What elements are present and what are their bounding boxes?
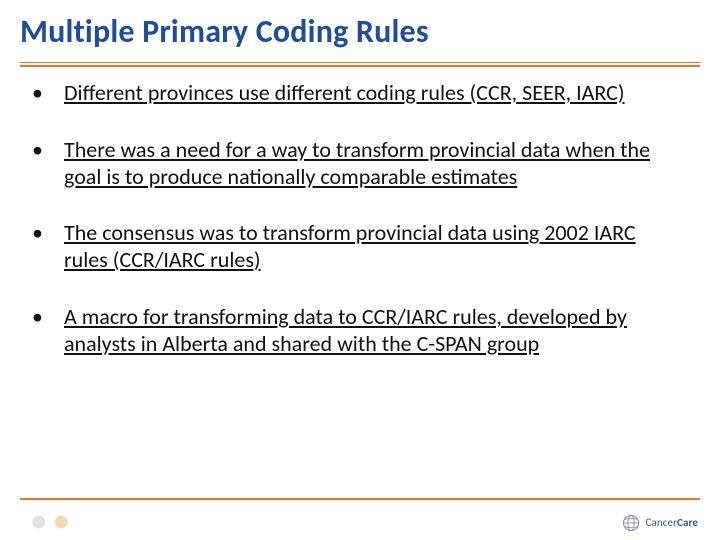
bullet-item: Different provinces use different coding… [32,80,680,107]
accent-line-top-thin [20,62,700,63]
bullet-list: Different provinces use different coding… [32,80,680,358]
slide-content: Different provinces use different coding… [32,80,680,480]
bullet-item: A macro for transforming data to CCR/IAR… [32,304,680,358]
slide-title: Multiple Primary Coding Rules [20,12,429,51]
slide: Multiple Primary Coding Rules Different … [0,0,720,540]
accent-line-top-thick [20,65,700,67]
bullet-item: There was a need for a way to transform … [32,137,680,191]
footer-left [22,512,78,532]
bullet-text: A macro for transforming data to CCR/IAR… [64,303,627,357]
bullet-text: The consensus was to transform provincia… [64,219,636,273]
bullet-item: The consensus was to transform provincia… [32,220,680,274]
footer-brand-text: CancerCare [646,516,698,529]
footer-brand: CancerCare [646,517,698,529]
globe-icon [622,514,640,532]
bullet-text: Different provinces use different coding… [64,79,625,106]
partner-logo-icon [22,512,78,532]
footer-right: CancerCare [622,514,698,532]
accent-line-bottom [20,498,700,500]
bullet-text: There was a need for a way to transform … [64,136,650,190]
